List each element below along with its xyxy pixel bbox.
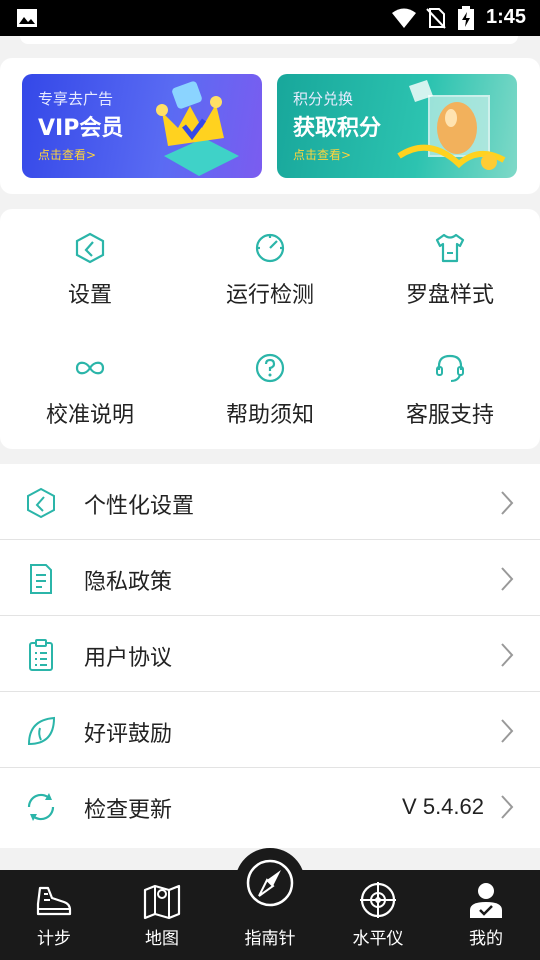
nav-tab-map[interactable]: 地图: [108, 870, 216, 960]
list-item-personalization[interactable]: 个性化设置: [0, 464, 540, 540]
tshirt-icon: [435, 233, 465, 263]
user-icon: [470, 883, 502, 918]
crown-icon: [156, 81, 239, 176]
chevron-right-icon: [501, 643, 514, 667]
status-bar: 1:45: [0, 0, 540, 36]
grid-item-label: 帮助须知: [225, 403, 314, 428]
list-item-user-agreement[interactable]: 用户协议: [0, 616, 540, 692]
list-item-label: 用户协议: [84, 646, 173, 671]
app-version: V 5.4.62: [402, 794, 484, 819]
list-item-label: 好评鼓励: [84, 722, 173, 747]
nav-tab-pedometer[interactable]: 计步: [0, 870, 108, 960]
grid-item-compass-style[interactable]: 罗盘样式: [360, 231, 540, 341]
points-banner-cta: 点击查看>: [293, 148, 352, 162]
bottom-nav: 计步 地图 指南针 水平仪 我的: [0, 859, 540, 960]
grid-item-label: 客服支持: [405, 403, 494, 428]
grid-item-label: 罗盘样式: [405, 283, 494, 308]
hexagon-settings-icon: [75, 232, 105, 264]
grid-item-label: 运行检测: [225, 283, 314, 308]
list-item-label: 检查更新: [84, 798, 173, 823]
question-circle-icon: [255, 353, 285, 383]
wifi-icon: [392, 8, 416, 28]
hexagon-settings-icon: [27, 487, 55, 519]
clipboard-icon: [29, 639, 53, 671]
nav-tab-label: 水平仪: [352, 929, 404, 949]
document-icon: [30, 564, 52, 594]
grid-item-settings[interactable]: 设置: [0, 231, 180, 341]
infinity-icon: [75, 361, 105, 375]
compass-icon: [246, 859, 294, 907]
grid-item-customer-support[interactable]: 客服支持: [360, 351, 540, 461]
grid-item-calibration-guide[interactable]: 校准说明: [0, 351, 180, 461]
settings-list: 个性化设置 隐私政策 用户协议 好评鼓励 检查更新 V 5.4.62: [0, 464, 540, 848]
leaf-icon: [27, 716, 56, 746]
previous-card-edge: [0, 36, 540, 46]
feature-grid-card: 设置 运行检测 罗盘样式 校准说明 帮助须知 客服支持: [0, 209, 540, 449]
chevron-right-icon: [501, 491, 514, 515]
refresh-icon: [27, 793, 55, 821]
vip-banner-subtitle: 专享去广告: [38, 90, 114, 108]
promo-banner-card: 专享去广告 VIP会员 点击查看> 积分兑换 获取积分 点击查看>: [0, 58, 540, 194]
nav-tab-compass[interactable]: 指南针: [216, 859, 324, 960]
nav-tab-label: 指南针: [244, 929, 296, 949]
vip-banner-title: VIP会员: [38, 116, 124, 141]
sneaker-icon: [36, 886, 72, 916]
nav-tab-label: 计步: [37, 929, 71, 949]
chevron-right-icon: [501, 795, 514, 819]
headset-icon: [436, 354, 464, 382]
gauge-icon: [255, 233, 285, 263]
chevron-right-icon: [501, 567, 514, 591]
chevron-right-icon: [501, 719, 514, 743]
list-item-privacy-policy[interactable]: 隐私政策: [0, 540, 540, 616]
grid-item-label: 设置: [67, 283, 112, 308]
nav-tab-label: 我的: [469, 929, 503, 949]
vip-banner[interactable]: 专享去广告 VIP会员 点击查看>: [22, 74, 262, 178]
grid-item-label: 校准说明: [45, 403, 134, 428]
points-banner-title: 获取积分: [293, 116, 382, 141]
list-item-label: 隐私政策: [84, 570, 173, 595]
map-icon: [143, 884, 181, 920]
golden-egg-icon: [397, 80, 506, 170]
points-banner[interactable]: 积分兑换 获取积分 点击查看>: [277, 74, 517, 178]
nav-tab-profile[interactable]: 我的: [432, 870, 540, 960]
status-time: 1:45: [486, 6, 527, 28]
list-item-rate-us[interactable]: 好评鼓励: [0, 692, 540, 768]
image-notification-icon: [17, 9, 37, 27]
grid-item-help[interactable]: 帮助须知: [180, 351, 360, 461]
no-sim-icon: [426, 8, 446, 29]
list-item-check-update[interactable]: 检查更新 V 5.4.62: [0, 768, 540, 844]
level-target-icon: [360, 882, 396, 918]
nav-tab-level[interactable]: 水平仪: [324, 870, 432, 960]
grid-item-run-check[interactable]: 运行检测: [180, 231, 360, 341]
points-banner-subtitle: 积分兑换: [293, 90, 354, 108]
vip-banner-cta: 点击查看>: [38, 148, 97, 162]
battery-charging-icon: [458, 6, 474, 30]
nav-tab-label: 地图: [145, 929, 179, 949]
list-item-label: 个性化设置: [84, 494, 195, 519]
